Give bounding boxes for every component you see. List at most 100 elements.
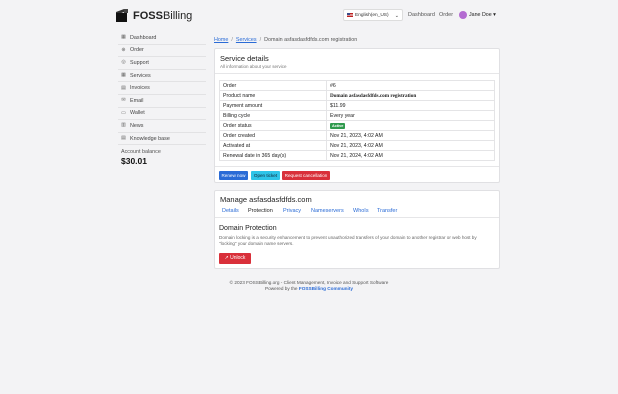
card-divider [215, 73, 499, 74]
footer-powered-by: Powered by the FOSSBilling Community [0, 286, 618, 291]
account-balance-label: Account balance [121, 149, 161, 155]
language-label: English(en_US) [355, 13, 389, 18]
unlock-button[interactable]: ↗ Unlock [219, 253, 251, 264]
logo-rest-text: Billing [162, 10, 193, 22]
status-badge: Active [330, 122, 346, 129]
us-flag-icon [347, 12, 353, 17]
table-row: Payment amount $11.99 [219, 100, 495, 111]
breadcrumb-separator: / [259, 37, 262, 43]
table-row: Order status Active [219, 120, 495, 131]
nav-dashboard-link[interactable]: Dashboard [408, 12, 435, 18]
external-link-icon: ↗ [224, 255, 229, 261]
footer-copyright: © 2023 FOSSBilling.org - Client Manageme… [229, 280, 389, 285]
fossbilling-logo-icon[interactable] [116, 9, 128, 22]
card-divider [215, 166, 499, 167]
nav-order-link[interactable]: Order [439, 12, 453, 18]
sidebar-item-label: Invoices [130, 85, 150, 92]
table-row: Order created Nov 21, 2023, 4:02 AM [219, 130, 495, 141]
table-row: Activated at Nov 21, 2023, 4:02 AM [219, 140, 495, 151]
row-key: Product name [219, 90, 327, 101]
sidebar: ▦ Dashboard ⊕ Order ◎ Support ▦ Services ▤ In… [118, 32, 206, 146]
domain-protection-text-1: Domain locking is a security enhancement… [219, 235, 477, 240]
app-logo-text[interactable]: FOSSBilling [133, 10, 192, 22]
sidebar-item-label: News [130, 122, 144, 129]
dashboard-icon: ▦ [121, 34, 126, 41]
sidebar-item-label: Dashboard [130, 34, 157, 41]
sidebar-item-knowledge-base[interactable]: ▤ Knowledge base [118, 133, 206, 146]
email-icon: ✉ [121, 97, 126, 104]
row-value: Nov 21, 2023, 4:02 AM [326, 130, 495, 141]
tab-whois[interactable]: WhoIs [353, 208, 369, 214]
tab-transfer[interactable]: Transfer [377, 208, 397, 214]
manage-domain-title: Manage asfasdasfdfds.com [220, 195, 312, 204]
tab-nameservers[interactable]: Nameservers [311, 208, 344, 214]
sidebar-item-label: Services [130, 72, 151, 79]
caret-down-icon: ▾ [493, 12, 496, 18]
renew-now-button[interactable]: Renew now [219, 171, 248, 180]
table-row: Order #6 [219, 80, 495, 91]
row-key: Order [219, 80, 327, 91]
sidebar-item-email[interactable]: ✉ Email [118, 95, 206, 108]
row-key: Order created [219, 130, 327, 141]
sidebar-item-dashboard[interactable]: ▦ Dashboard [118, 32, 206, 45]
row-value: #6 [326, 80, 495, 91]
breadcrumb: Home / Services / Domain asfasdasfdfds.com r… [214, 37, 357, 43]
service-details-subtitle: All information about your service [220, 64, 287, 69]
row-key: Billing cycle [219, 110, 327, 121]
sidebar-item-news[interactable]: ▥ News [118, 120, 206, 133]
breadcrumb-current: Domain asfasdasfdfds.com registration [264, 37, 358, 43]
tabs-divider [215, 217, 499, 218]
row-key: Order status [219, 120, 327, 131]
invoice-icon: ▤ [121, 84, 126, 91]
tab-protection[interactable]: Protection [248, 208, 273, 214]
sidebar-item-services[interactable]: ▦ Services [118, 70, 206, 83]
service-details-title: Service details [220, 54, 269, 63]
row-value: $11.99 [326, 100, 495, 111]
open-ticket-button[interactable]: Open ticket [251, 171, 280, 180]
row-key: Renewal date in 365 day(s) [219, 150, 327, 161]
sidebar-item-label: Support [130, 59, 149, 66]
sidebar-item-label: Email [130, 97, 144, 104]
row-value: Domain asfasdasfdfds.com registration [326, 90, 495, 101]
row-key: Activated at [219, 140, 327, 151]
language-select[interactable]: English(en_US) ⌄ [343, 9, 403, 21]
request-cancellation-button[interactable]: Request cancellation [282, 171, 330, 180]
tab-privacy[interactable]: Privacy [283, 208, 301, 214]
sidebar-item-support[interactable]: ◎ Support [118, 57, 206, 70]
services-icon: ▦ [121, 72, 126, 79]
support-icon: ◎ [121, 59, 126, 66]
book-icon: ▤ [121, 135, 126, 142]
user-name: Jane Doe [469, 12, 492, 18]
logo-bold-text: FOSS [133, 10, 163, 22]
cart-icon: ⊕ [121, 46, 126, 53]
sidebar-item-invoices[interactable]: ▤ Invoices [118, 82, 206, 95]
wallet-icon: ▭ [121, 109, 126, 116]
user-menu[interactable]: Jane Doe ▾ [469, 12, 496, 18]
breadcrumb-separator: / [231, 37, 233, 43]
row-value: Nov 21, 2023, 4:02 AM [326, 140, 495, 151]
row-value: Every year [326, 110, 495, 121]
sidebar-item-label: Wallet [130, 110, 145, 117]
table-row: Renewal date in 365 day(s) Nov 21, 2024, … [219, 150, 495, 161]
table-row: Billing cycle Every year [219, 110, 495, 121]
breadcrumb-services-link[interactable]: Services [236, 37, 257, 43]
service-details-table: Order #6 Product name Domain asfasdasfdfds… [219, 80, 495, 161]
service-details-card: Service details All information about yo… [214, 48, 500, 183]
news-icon: ▥ [121, 122, 126, 129]
row-key: Payment amount [219, 100, 327, 111]
domain-protection-title: Domain Protection [219, 225, 277, 232]
sidebar-item-label: Order [130, 47, 144, 54]
sidebar-item-label: Knowledge base [130, 135, 170, 142]
domain-protection-text-2: "locking" your domain name servers. [219, 241, 294, 246]
powered-by-prefix: Powered by the [264, 286, 299, 291]
sidebar-item-wallet[interactable]: ▭ Wallet [118, 108, 206, 121]
account-balance-value: $30.01 [121, 156, 147, 166]
user-avatar[interactable] [459, 11, 467, 19]
chevron-down-icon: ⌄ [394, 13, 399, 19]
breadcrumb-home-link[interactable]: Home [214, 37, 228, 43]
sidebar-item-order[interactable]: ⊕ Order [118, 45, 206, 58]
fossbilling-community-link[interactable]: FOSSBilling Community [299, 286, 353, 291]
tab-details[interactable]: Details [222, 208, 239, 214]
table-row: Product name Domain asfasdasfdfds.com reg… [219, 90, 495, 101]
row-value: Active [326, 120, 495, 131]
